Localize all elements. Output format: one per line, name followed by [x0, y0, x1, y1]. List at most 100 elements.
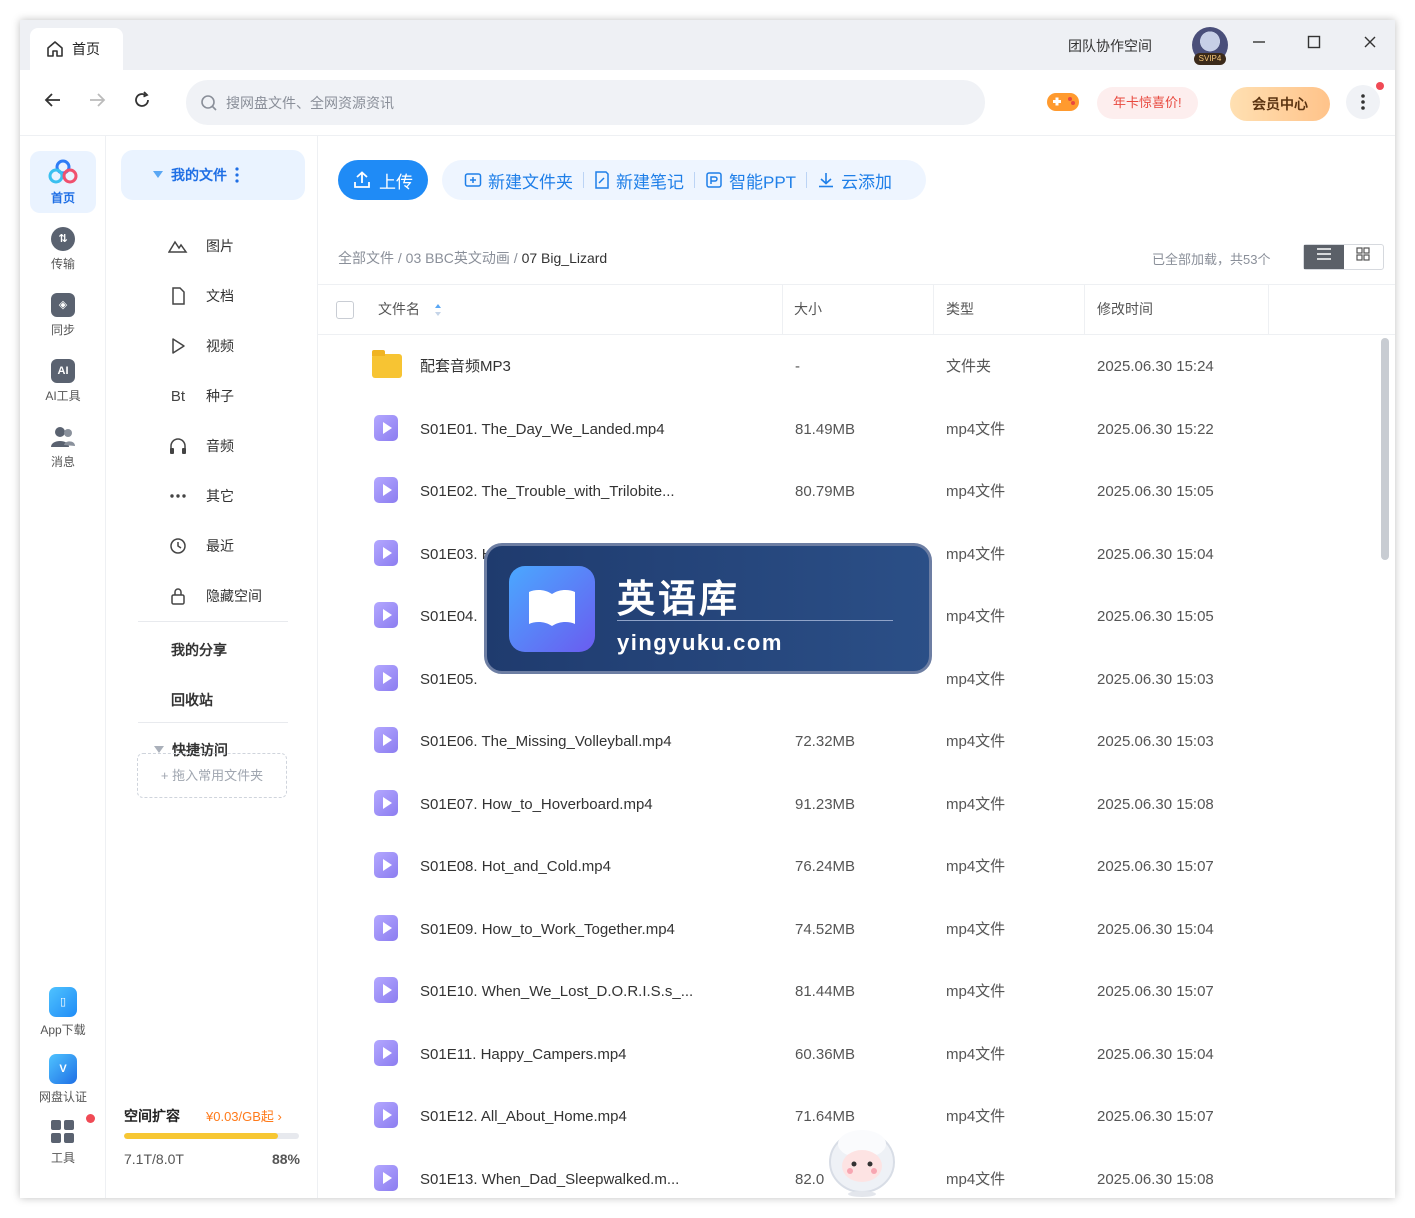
- file-modified: 2025.06.30 15:04: [1097, 545, 1214, 563]
- table-row[interactable]: S01E08. Hot_and_Cold.mp4 76.24MB mp4文件 2025…: [318, 836, 1378, 898]
- table-row[interactable]: 配套音频MP3 - 文件夹 2025.06.30 15:24: [318, 336, 1378, 398]
- column-header-modified[interactable]: 修改时间: [1097, 285, 1153, 334]
- sort-icon: [435, 303, 441, 316]
- quota-upgrade-link[interactable]: ¥0.03/GB起 ›: [206, 1106, 282, 1125]
- file-modified: 2025.06.30 15:07: [1097, 983, 1214, 1000]
- sidebar-item-other[interactable]: 其它: [168, 486, 234, 506]
- file-type: 文件夹: [946, 358, 992, 375]
- file-name: S01E02. The_Trouble_with_Trilobite...: [420, 483, 675, 500]
- sidebar-item-audio[interactable]: 音频: [168, 436, 234, 456]
- column-header-type[interactable]: 类型: [946, 285, 974, 334]
- avatar[interactable]: SVIP4: [1192, 27, 1228, 65]
- book-logo-icon: [509, 566, 595, 652]
- file-name: S01E01. The_Day_We_Landed.mp4: [420, 420, 665, 438]
- upload-label: 上传: [379, 172, 413, 192]
- quick-access-dropzone[interactable]: + 拖入常用文件夹: [137, 753, 287, 798]
- video-file-icon: [374, 1102, 398, 1128]
- new-note-button[interactable]: 新建笔记: [584, 168, 694, 193]
- select-all-checkbox[interactable]: [336, 301, 354, 319]
- file-name: S01E05.: [420, 670, 478, 688]
- breadcrumb-root[interactable]: 全部文件: [338, 250, 394, 266]
- scrollbar-thumb[interactable]: [1381, 338, 1389, 560]
- quota-percent: 88%: [271, 1151, 300, 1167]
- sidebar-item-torrents[interactable]: Bt 种子: [168, 386, 234, 406]
- upload-button[interactable]: 上传: [338, 160, 428, 200]
- table-row[interactable]: S01E02. The_Trouble_with_Trilobite... 80.…: [318, 461, 1378, 523]
- rail-item-sync[interactable]: ◈ 同步: [30, 284, 96, 346]
- cloud-add-button[interactable]: 云添加: [807, 168, 902, 193]
- grid-view-button[interactable]: [1344, 245, 1384, 269]
- annual-promo-button[interactable]: 年卡惊喜价!: [1097, 87, 1198, 119]
- notification-dot: [1376, 82, 1384, 90]
- rail-item-home[interactable]: 首页: [30, 151, 96, 213]
- column-separator: [782, 285, 783, 334]
- rail-item-label: 同步: [50, 322, 75, 337]
- rail-item-messages[interactable]: 消息: [30, 416, 96, 478]
- rail-item-app-download[interactable]: ▯ App下载: [30, 981, 96, 1043]
- divider: [138, 722, 288, 723]
- sidebar-item-hidden-space[interactable]: 隐藏空间: [168, 586, 262, 606]
- file-size: 82.0: [795, 1170, 825, 1188]
- column-header-size[interactable]: 大小: [794, 285, 822, 334]
- mascot-assistant-icon[interactable]: [826, 1124, 898, 1198]
- load-status: 已全部加载，共53个: [1152, 252, 1271, 267]
- table-row[interactable]: S01E06. The_Missing_Volleyball.mp4 72.32M…: [318, 711, 1378, 773]
- smart-ppt-label: 智能PPT: [729, 172, 797, 192]
- more-menu-button[interactable]: [1346, 85, 1380, 119]
- column-header-name[interactable]: 文件名: [378, 285, 442, 334]
- sidebar-item-documents[interactable]: 文档: [168, 286, 234, 306]
- cloud-add-label: 云添加: [841, 172, 893, 192]
- more-vertical-icon: [1361, 94, 1365, 110]
- column-separator: [1084, 285, 1085, 334]
- gamepad-icon[interactable]: [1046, 90, 1080, 114]
- sidebar-my-share[interactable]: 我的分享: [171, 640, 227, 660]
- table-row[interactable]: S01E07. How_to_Hoverboard.mp4 91.23MB mp4文…: [318, 774, 1378, 836]
- file-icon-wrap: [372, 350, 402, 380]
- column-header-name-label: 文件名: [378, 301, 420, 317]
- minimize-button[interactable]: [1246, 32, 1272, 58]
- forward-button[interactable]: [82, 88, 112, 118]
- back-button[interactable]: [38, 88, 68, 118]
- sidebar-item-images[interactable]: 图片: [168, 236, 234, 256]
- new-folder-button[interactable]: 新建文件夹: [454, 168, 583, 193]
- tab-home[interactable]: 首页: [30, 28, 123, 70]
- my-files-header[interactable]: 我的文件: [121, 150, 305, 200]
- table-row[interactable]: S01E11. Happy_Campers.mp4 60.36MB mp4文件 202…: [318, 1024, 1378, 1086]
- sidebar-item-recent[interactable]: 最近: [168, 536, 234, 556]
- sidebar-item-videos[interactable]: 视频: [168, 336, 234, 356]
- sidebar-item-label: 音频: [206, 438, 234, 454]
- video-file-icon: [374, 1039, 398, 1066]
- breadcrumb-level1[interactable]: 03 BBC英文动画: [406, 250, 510, 266]
- close-button[interactable]: [1357, 32, 1383, 58]
- document-icon: [172, 287, 185, 305]
- list-icon: [1316, 248, 1331, 260]
- breadcrumb-separator: /: [509, 250, 522, 266]
- table-row[interactable]: S01E09. How_to_Work_Together.mp4 74.52MB m…: [318, 899, 1378, 961]
- table-row[interactable]: S01E10. When_We_Lost_D.O.R.I.S.s_... 81.4…: [318, 961, 1378, 1023]
- rail-item-transfer[interactable]: ⇅ 传输: [30, 218, 96, 280]
- team-space-link[interactable]: 团队协作空间: [1068, 36, 1152, 56]
- quota-used: 7.1T/8.0T: [124, 1151, 184, 1167]
- file-size: 60.36MB: [795, 1045, 856, 1063]
- file-name: S01E06. The_Missing_Volleyball.mp4: [420, 733, 672, 750]
- smart-ppt-button[interactable]: 智能PPT: [695, 168, 806, 193]
- left-rail: 首页 ⇅ 传输 ◈ 同步 AI AI工具 消息 ▯ App下载 V 网盘认证 工…: [20, 136, 106, 1198]
- refresh-button[interactable]: [127, 88, 157, 118]
- file-modified: 2025.06.30 15:04: [1097, 920, 1214, 938]
- vip-center-button[interactable]: 会员中心: [1230, 87, 1330, 121]
- list-view-button[interactable]: [1304, 245, 1344, 269]
- maximize-button[interactable]: [1301, 32, 1327, 58]
- file-icon-wrap: [374, 789, 400, 818]
- ppt-icon: [706, 172, 722, 188]
- file-modified: 2025.06.30 15:07: [1097, 1108, 1214, 1125]
- sidebar-item-label: 隐藏空间: [206, 588, 262, 604]
- search-bar[interactable]: [186, 80, 985, 125]
- rail-item-ai-tools[interactable]: AI AI工具: [30, 350, 96, 412]
- sidebar-recycle-bin[interactable]: 回收站: [171, 690, 213, 710]
- more-vertical-icon[interactable]: [235, 167, 239, 183]
- file-icon-wrap: [374, 602, 400, 630]
- watermark-url: yingyuku.com: [617, 630, 783, 655]
- table-row[interactable]: S01E01. The_Day_We_Landed.mp4 81.49MB mp4文…: [318, 399, 1378, 461]
- search-input[interactable]: [226, 94, 966, 111]
- rail-item-verify[interactable]: V 网盘认证: [30, 1048, 96, 1110]
